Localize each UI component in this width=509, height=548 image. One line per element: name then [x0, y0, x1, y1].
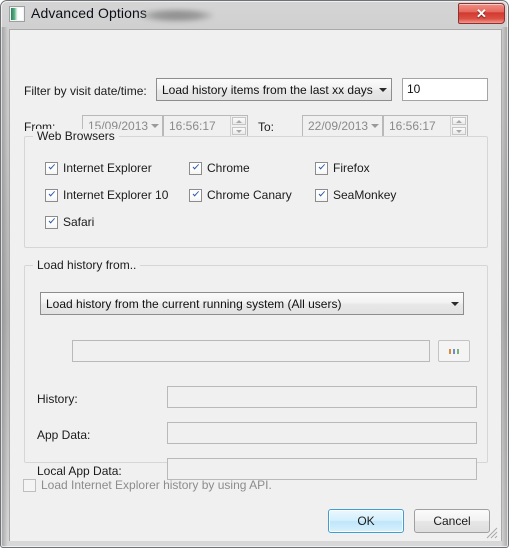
use-ie-api-label: Load Internet Explorer history by using … — [41, 478, 272, 492]
browser-label: SeaMonkey — [333, 188, 397, 202]
browser-checkbox-internet-explorer[interactable]: Internet Explorer — [45, 161, 152, 175]
dialog-client-area: Filter by visit date/time: Load history … — [9, 29, 502, 541]
to-time-value: 16:56:17 — [389, 119, 436, 133]
history-source-value: Load history from the current running sy… — [46, 296, 342, 311]
browser-checkbox-chrome[interactable]: Chrome — [189, 161, 250, 175]
checkbox-icon — [315, 161, 328, 175]
browser-label: Internet Explorer — [63, 161, 152, 175]
browse-path-button[interactable] — [438, 340, 470, 362]
cancel-button-label: Cancel — [433, 514, 471, 528]
browser-label: Safari — [63, 215, 95, 229]
local-app-data-path-label: Local App Data: — [37, 464, 122, 478]
checkbox-icon — [189, 161, 202, 175]
browser-checkbox-internet-explorer-10[interactable]: Internet Explorer 10 — [45, 188, 168, 202]
from-time-spinner[interactable]: 16:56:17 — [163, 115, 248, 137]
ellipsis-icon — [449, 348, 459, 354]
filter-days-input[interactable]: 10 — [402, 78, 488, 101]
checkbox-icon — [45, 215, 58, 229]
resize-grip[interactable] — [485, 526, 498, 539]
from-time-value: 16:56:17 — [169, 119, 216, 133]
ok-button-label: OK — [357, 514, 375, 528]
custom-path-input[interactable] — [72, 340, 430, 362]
chevron-down-icon — [148, 116, 162, 136]
chevron-down-icon — [368, 116, 382, 136]
browser-label: Firefox — [333, 161, 370, 175]
browser-checkbox-seamonkey[interactable]: SeaMonkey — [315, 188, 396, 202]
filter-label: Filter by visit date/time: — [24, 84, 147, 98]
spin-up-icon[interactable] — [232, 117, 246, 125]
web-browsers-group-title: Web Browsers — [33, 129, 119, 143]
checkbox-icon — [315, 188, 328, 202]
checkbox-icon — [189, 188, 202, 202]
load-history-from-group: Load history from.. Load history from th… — [24, 258, 488, 480]
app-data-path-input[interactable] — [167, 422, 477, 444]
to-label: To: — [258, 120, 275, 134]
cancel-button[interactable]: Cancel — [414, 509, 490, 533]
close-icon: ✕ — [476, 6, 487, 21]
browser-checkbox-chrome-canary[interactable]: Chrome Canary — [189, 188, 292, 202]
to-time-spin-buttons[interactable] — [450, 116, 467, 136]
browser-label: Chrome Canary — [207, 188, 292, 202]
ok-button[interactable]: OK — [328, 509, 404, 533]
chevron-down-icon — [446, 293, 463, 314]
use-ie-api-checkbox[interactable]: Load Internet Explorer history by using … — [23, 478, 272, 492]
filter-mode-dropdown[interactable]: Load history items from the last xx days — [156, 78, 392, 101]
spin-down-icon[interactable] — [232, 127, 246, 135]
load-history-from-group-title: Load history from.. — [33, 258, 141, 272]
history-source-dropdown[interactable]: Load history from the current running sy… — [40, 292, 464, 315]
redacted-title-suffix — [141, 9, 213, 22]
browser-checkbox-firefox[interactable]: Firefox — [315, 161, 370, 175]
history-path-label: History: — [37, 392, 78, 406]
window-title: Advanced Options — [31, 5, 148, 21]
browser-checkbox-safari[interactable]: Safari — [45, 215, 94, 229]
checkbox-icon — [45, 188, 58, 202]
chevron-down-icon — [374, 79, 391, 100]
browser-label: Internet Explorer 10 — [63, 188, 169, 202]
close-button[interactable]: ✕ — [458, 3, 505, 24]
to-date-picker[interactable]: 22/09/2013 — [302, 115, 383, 137]
filter-mode-value: Load history items from the last xx days — [162, 82, 373, 97]
history-path-input[interactable] — [167, 386, 477, 408]
web-browsers-group: Web Browsers Internet Explorer Chrome Fi… — [24, 129, 488, 248]
to-date-value: 22/09/2013 — [308, 119, 369, 133]
frame-left-shadow — [1, 27, 9, 547]
title-bar[interactable]: Advanced Options ✕ — [1, 1, 509, 29]
to-time-spinner[interactable]: 16:56:17 — [383, 115, 468, 137]
spin-up-icon[interactable] — [452, 117, 466, 125]
checkbox-icon — [23, 478, 36, 492]
checkbox-icon — [45, 161, 58, 175]
local-app-data-path-input[interactable] — [167, 458, 477, 480]
advanced-options-window: Advanced Options ✕ Filter by visit date/… — [0, 0, 509, 548]
app-data-path-label: App Data: — [37, 428, 91, 442]
app-window-icon — [9, 6, 25, 22]
from-time-spin-buttons[interactable] — [230, 116, 247, 136]
browser-label: Chrome — [207, 161, 250, 175]
spin-down-icon[interactable] — [452, 127, 466, 135]
